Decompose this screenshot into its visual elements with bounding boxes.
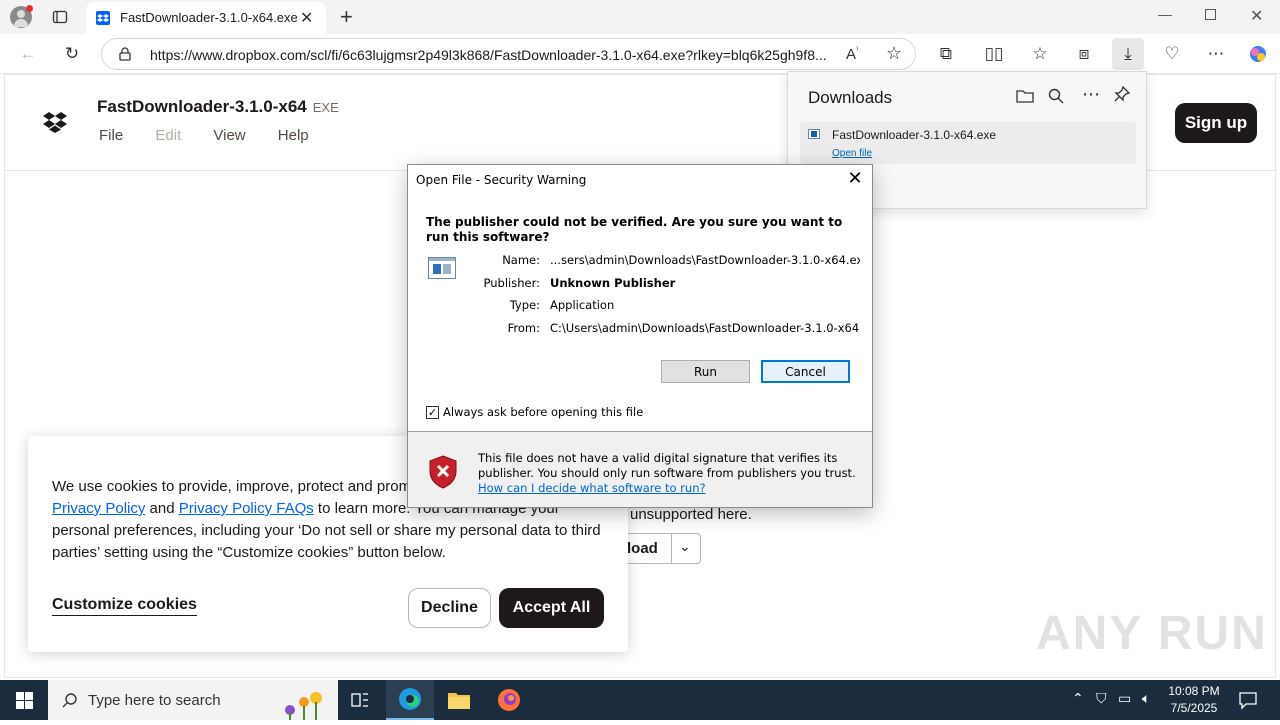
collections-icon[interactable]: ⧈ [1068,38,1100,70]
anyrun-watermark: ANY RUN [1036,607,1268,660]
browser-tab-bar: FastDownloader-3.1.0-x64.exe ✕ + — ✕ [0,0,1280,34]
dialog-body: The publisher could not be verified. Are… [408,195,872,431]
network-icon[interactable]: ▭ [1118,690,1131,707]
windows-taskbar: Type here to search ⌃ ⛉ ▭ 🔈︎ 10:08 PM 7/… [0,680,1280,720]
dialog-close-icon[interactable]: ✕ [844,169,866,191]
decline-button[interactable]: Decline [408,588,491,628]
restore-icon[interactable] [1205,9,1216,20]
search-downloads-icon[interactable] [1048,88,1064,109]
flowers-icon [260,684,330,725]
windows-start-icon[interactable] [16,692,33,714]
cancel-button[interactable]: Cancel [761,360,850,383]
volume-icon[interactable]: 🔈︎ [1142,690,1150,707]
minimize-icon[interactable]: — [1158,6,1172,22]
downloads-icon[interactable]: ⤓ [1112,38,1144,70]
shield-warning-icon [428,455,458,493]
notifications-icon[interactable] [1238,690,1258,715]
more-downloads-options-icon[interactable]: ⋯ [1082,84,1100,105]
read-aloud-icon[interactable]: A⁾ [846,45,858,63]
pin-icon[interactable] [1114,85,1131,107]
browser-essentials-icon[interactable]: ♡ [1156,38,1188,70]
close-tab-icon[interactable]: ✕ [300,8,313,28]
favorite-star-icon[interactable]: ☆ [886,43,902,64]
download-button-divider [671,534,672,563]
unsupported-text: unsupported here. [630,506,752,523]
downloads-title: Downloads [808,88,893,107]
signature-warning: This file does not have a valid digital … [478,451,856,495]
dialog-titlebar: Open File - Security Warning ✕ [408,165,872,195]
edge-taskbar-icon[interactable] [386,680,434,720]
file-title: FastDownloader-3.1.0-x64 EXE [97,97,339,116]
security-tray-icon[interactable]: ⛉ [1096,690,1107,707]
type-label: Type: [509,298,540,312]
split-screen-icon[interactable]: ▯▯ [978,38,1010,70]
taskbar-search-box[interactable]: Type here to search [48,680,338,720]
refresh-icon[interactable]: ↻ [56,38,88,70]
clock-date: 7/5/2025 [1170,701,1218,715]
download-item[interactable]: FastDownloader-3.1.0-x64.exe Open file [800,122,1136,164]
dialog-divider [408,431,872,432]
close-window-icon[interactable]: ✕ [1250,6,1263,26]
security-warning-dialog: Open File - Security Warning ✕ The publi… [407,164,873,508]
firefox-icon[interactable] [497,688,521,717]
help-link[interactable]: How can I decide what software to run? [478,481,706,495]
url-text: https://www.dropbox.com/scl/fi/6c63lujgm… [150,47,827,63]
open-file-link[interactable]: Open file [832,148,872,159]
dialog-title: Open File - Security Warning [416,173,587,187]
download-file-name: FastDownloader-3.1.0-x64.exe [832,128,997,142]
profile-avatar[interactable] [10,5,33,28]
dropbox-logo-icon[interactable] [43,111,67,138]
clock-time: 10:08 PM [1168,684,1220,698]
publisher-warning: The publisher could not be verified. Are… [426,215,843,244]
privacy-faqs-link[interactable]: Privacy Policy FAQs [179,500,314,517]
open-folder-icon[interactable] [1016,88,1034,109]
download-button-label: load [627,540,658,557]
from-label: From: [507,321,540,335]
task-view-icon[interactable] [350,690,370,715]
file-extension: EXE [312,100,339,115]
always-ask-label: Always ask before opening this file [443,405,644,419]
url-bar[interactable]: https://www.dropbox.com/scl/fi/6c63lujgm… [101,38,916,70]
menu-view[interactable]: View [213,127,245,144]
publisher-label: Publisher: [483,276,540,290]
tab-title: FastDownloader-3.1.0-x64.exe [120,10,298,25]
type-value: Application [550,298,615,312]
file-menu: File Edit View Help [99,127,337,144]
menu-file[interactable]: File [99,127,123,144]
favorites-icon[interactable]: ☆ [1024,38,1056,70]
run-button[interactable]: Run [661,360,750,383]
sign-up-button[interactable]: Sign up [1175,103,1257,143]
taskbar-clock[interactable]: 10:08 PM 7/5/2025 [1164,683,1224,717]
search-icon [62,692,78,713]
back-icon[interactable]: ← [12,38,44,70]
name-value: ...sers\admin\Downloads\FastDownloader-3… [550,253,860,267]
search-placeholder: Type here to search [88,692,221,709]
new-tab-icon[interactable]: + [340,4,353,30]
chevron-down-icon[interactable]: ⌄ [679,538,691,555]
lock-icon [118,47,132,61]
menu-edit: Edit [155,127,182,144]
show-hidden-icons-icon[interactable]: ⌃ [1072,690,1084,707]
more-options-icon[interactable]: ⋯ [1200,38,1232,70]
menu-help[interactable]: Help [278,127,309,144]
publisher-value: Unknown Publisher [550,276,676,290]
privacy-policy-link[interactable]: Privacy Policy [52,500,145,517]
copilot-icon[interactable] [1242,38,1274,70]
extensions-icon[interactable]: ⧉ [930,38,962,70]
address-toolbar: ← ↻ https://www.dropbox.com/scl/fi/6c63l… [0,34,1280,74]
application-icon [428,257,456,279]
file-explorer-icon[interactable] [447,690,471,715]
tab-actions-icon[interactable] [44,1,76,33]
customize-cookies-button[interactable]: Customize cookies [52,596,197,616]
from-value: C:\Users\admin\Downloads\FastDownloader-… [550,321,860,335]
name-label: Name: [502,253,540,267]
tab-active[interactable]: FastDownloader-3.1.0-x64.exe ✕ [86,2,326,34]
dropbox-favicon-icon [96,11,110,25]
always-ask-checkbox[interactable]: ✓ [426,406,439,419]
exe-file-icon [808,129,820,139]
accept-all-button[interactable]: Accept All [499,588,604,628]
